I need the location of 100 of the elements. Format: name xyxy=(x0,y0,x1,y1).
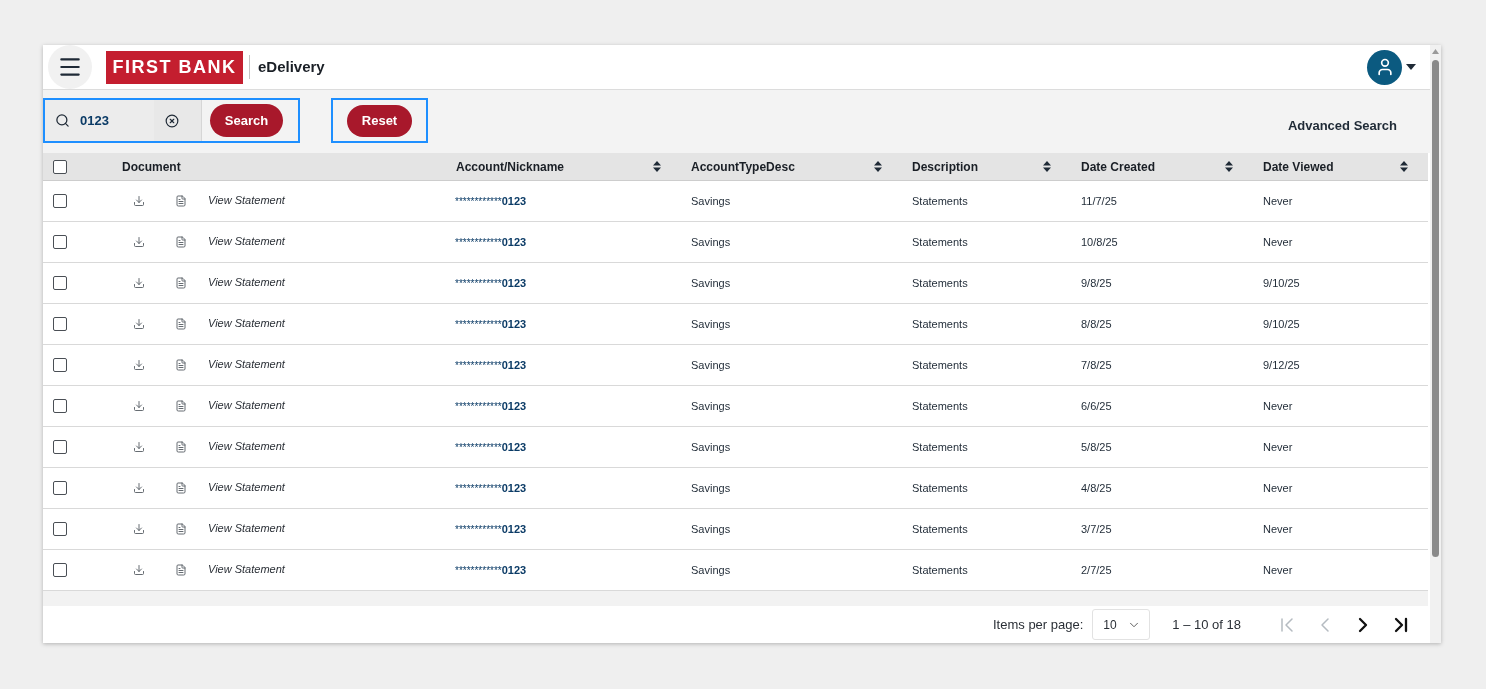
download-icon[interactable] xyxy=(133,400,145,412)
account-type-cell: Savings xyxy=(691,276,731,289)
download-icon[interactable] xyxy=(133,195,145,207)
account-type-cell: Savings xyxy=(691,317,731,330)
document-icon[interactable] xyxy=(175,400,187,412)
download-icon[interactable] xyxy=(133,523,145,535)
account-cell: ************0123 xyxy=(455,440,527,453)
page-range-label: 1 – 10 of 18 xyxy=(1172,615,1241,634)
row-checkbox[interactable] xyxy=(53,440,67,454)
sort-icon[interactable] xyxy=(653,161,661,172)
date-viewed-cell: 9/10/25 xyxy=(1263,317,1300,330)
scrollbar-thumb[interactable] xyxy=(1432,60,1439,557)
clear-search-button[interactable] xyxy=(154,100,201,141)
date-created-cell: 4/8/25 xyxy=(1081,481,1112,494)
download-icon[interactable] xyxy=(133,482,145,494)
caret-icon[interactable] xyxy=(1406,64,1416,70)
page-size-select[interactable]: 10 xyxy=(1092,609,1151,640)
document-icon[interactable] xyxy=(175,482,187,494)
account-type-cell: Savings xyxy=(691,481,731,494)
bank-logo: FIRST BANK xyxy=(106,50,243,84)
row-checkbox[interactable] xyxy=(53,317,67,331)
sort-icon[interactable] xyxy=(1043,161,1051,172)
search-input[interactable]: 0123 xyxy=(80,108,142,133)
clear-icon[interactable] xyxy=(165,113,179,128)
column-header[interactable]: Account/Nickname xyxy=(456,157,661,176)
sort-icon[interactable] xyxy=(1400,161,1408,172)
document-icon[interactable] xyxy=(175,441,187,453)
view-statement-link[interactable]: View Statement xyxy=(208,519,285,537)
view-statement-link[interactable]: View Statement xyxy=(208,437,285,455)
search-button[interactable]: Search xyxy=(210,104,283,137)
account-type-cell: Savings xyxy=(691,399,731,412)
app-title: eDelivery xyxy=(258,56,325,77)
download-icon[interactable] xyxy=(133,277,145,289)
row-checkbox[interactable] xyxy=(53,235,67,249)
menu-button[interactable] xyxy=(48,45,92,89)
date-created-cell: 9/8/25 xyxy=(1081,276,1112,289)
view-statement-link[interactable]: View Statement xyxy=(208,355,285,373)
document-icon[interactable] xyxy=(175,318,187,330)
document-icon[interactable] xyxy=(175,564,187,576)
date-viewed-cell: Never xyxy=(1263,235,1293,248)
account-type-cell: Savings xyxy=(691,194,731,207)
row-checkbox[interactable] xyxy=(53,358,67,372)
account-cell: ************0123 xyxy=(455,317,527,330)
description-cell: Statements xyxy=(912,317,968,330)
view-statement-link[interactable]: View Statement xyxy=(208,478,285,496)
view-statement-link[interactable]: View Statement xyxy=(208,232,285,250)
row-checkbox[interactable] xyxy=(53,276,67,290)
select-all-checkbox[interactable] xyxy=(53,159,67,174)
document-icon[interactable] xyxy=(175,277,187,289)
date-created-cell: 11/7/25 xyxy=(1081,194,1117,207)
description-cell: Statements xyxy=(912,522,968,535)
document-icon[interactable] xyxy=(175,523,187,535)
date-created-cell: 3/7/25 xyxy=(1081,522,1112,535)
download-icon[interactable] xyxy=(133,318,145,330)
reset-button[interactable]: Reset xyxy=(347,104,412,137)
sort-icon[interactable] xyxy=(874,161,882,172)
column-header[interactable]: Date Viewed xyxy=(1263,157,1408,176)
date-viewed-cell: Never xyxy=(1263,563,1293,576)
column-header[interactable]: Document xyxy=(122,157,446,176)
profile-menu-button[interactable] xyxy=(1367,49,1416,85)
row-checkbox[interactable] xyxy=(53,481,67,495)
download-icon[interactable] xyxy=(133,441,145,453)
date-viewed-cell: Never xyxy=(1263,399,1293,412)
user-icon[interactable] xyxy=(1367,49,1402,85)
view-statement-link[interactable]: View Statement xyxy=(208,560,285,578)
view-statement-link[interactable]: View Statement xyxy=(208,396,285,414)
advanced-search-link[interactable]: Advanced Search xyxy=(1287,115,1397,136)
view-statement-link[interactable]: View Statement xyxy=(208,273,285,291)
search-icon xyxy=(55,113,70,128)
column-header[interactable]: Description xyxy=(912,157,1051,176)
view-statement-link[interactable]: View Statement xyxy=(208,191,285,209)
date-viewed-cell: Never xyxy=(1263,522,1293,535)
account-cell: ************0123 xyxy=(455,276,527,289)
row-checkbox[interactable] xyxy=(53,399,67,413)
download-icon[interactable] xyxy=(133,564,145,576)
date-viewed-cell: 9/10/25 xyxy=(1263,276,1300,289)
account-type-cell: Savings xyxy=(691,563,731,576)
row-checkbox[interactable] xyxy=(53,522,67,536)
row-checkbox[interactable] xyxy=(53,563,67,577)
document-icon[interactable] xyxy=(175,195,187,207)
view-statement-link[interactable]: View Statement xyxy=(208,314,285,332)
download-icon[interactable] xyxy=(133,359,145,371)
date-created-cell: 8/8/25 xyxy=(1081,317,1112,330)
date-viewed-cell: Never xyxy=(1263,440,1293,453)
document-icon[interactable] xyxy=(175,236,187,248)
account-cell: ************0123 xyxy=(455,522,527,535)
column-header[interactable]: Date Created xyxy=(1081,157,1233,176)
description-cell: Statements xyxy=(912,440,968,453)
row-checkbox[interactable] xyxy=(53,194,67,208)
account-cell: ************0123 xyxy=(455,358,527,371)
download-icon[interactable] xyxy=(133,236,145,248)
account-cell: ************0123 xyxy=(455,235,527,248)
date-created-cell: 6/6/25 xyxy=(1081,399,1112,412)
account-cell: ************0123 xyxy=(455,563,527,576)
description-cell: Statements xyxy=(912,563,968,576)
column-header[interactable]: AccountTypeDesc xyxy=(691,157,882,176)
date-viewed-cell: Never xyxy=(1263,481,1293,494)
document-icon[interactable] xyxy=(175,359,187,371)
date-viewed-cell: Never xyxy=(1263,194,1293,207)
sort-icon[interactable] xyxy=(1225,161,1233,172)
